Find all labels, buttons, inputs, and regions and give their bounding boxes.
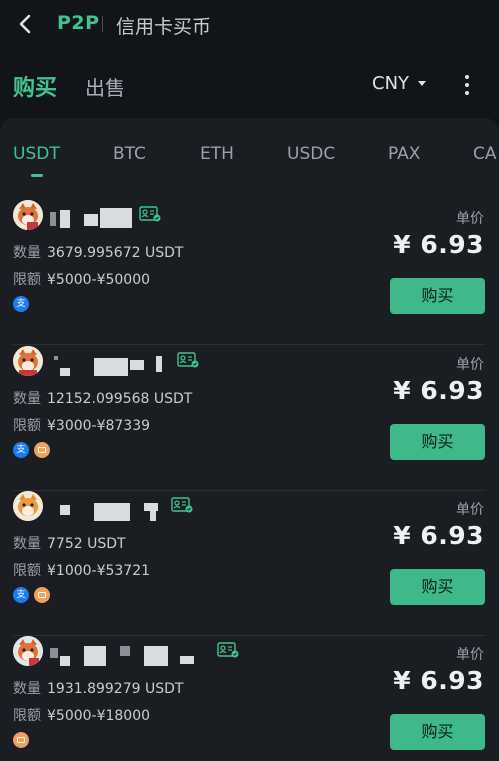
- divider: [13, 344, 486, 345]
- quantity-label: 数量: [13, 536, 41, 552]
- price-label: 单价: [456, 211, 484, 227]
- tab-sell[interactable]: 出售: [85, 72, 125, 101]
- quantity-value: 1931.899279 USDT: [47, 681, 184, 697]
- quantity-value: 3679.995672 USDT: [47, 245, 184, 261]
- caret-down-icon[interactable]: [418, 81, 426, 86]
- price-label: 单价: [456, 647, 484, 663]
- offer-card: 数量 1931.899279 USDT 限额 ¥5000-¥18000 单价 ¥ 6…: [0, 636, 499, 761]
- currency-selector[interactable]: CNY: [372, 73, 409, 94]
- price-label: 单价: [456, 357, 484, 373]
- buy-button[interactable]: 购买: [390, 424, 485, 460]
- merchant-avatar[interactable]: [13, 636, 43, 666]
- alipay-icon: 支: [13, 296, 29, 312]
- alipay-icon: 支: [13, 587, 29, 603]
- tab-buy[interactable]: 购买: [13, 70, 57, 102]
- price-label: 单价: [456, 502, 484, 518]
- verified-merchant-icon: [139, 206, 161, 222]
- quantity-line: 数量 7752 USDT: [13, 533, 126, 553]
- title-divider: [102, 16, 103, 32]
- limit-value: ¥3000-¥87339: [47, 418, 151, 434]
- limit-label: 限额: [13, 563, 41, 579]
- merchant-avatar[interactable]: [13, 200, 43, 230]
- tab-coin-eth[interactable]: ETH: [200, 144, 234, 164]
- price-value: ¥ 6.93: [393, 376, 484, 405]
- quantity-label: 数量: [13, 245, 41, 261]
- payment-methods: 支: [13, 442, 55, 458]
- price-value: ¥ 6.93: [393, 521, 484, 550]
- limit-line: 限额 ¥3000-¥87339: [13, 415, 150, 435]
- active-tab-indicator: [31, 174, 43, 177]
- offer-card: 数量 12152.099568 USDT 限额 ¥3000-¥87339 支 单价 …: [0, 346, 499, 491]
- price-value: ¥ 6.93: [393, 230, 484, 259]
- masked-merchant-name: [50, 208, 140, 228]
- quantity-value: 7752 USDT: [47, 536, 126, 552]
- masked-merchant-name: [50, 644, 200, 666]
- quantity-line: 数量 12152.099568 USDT: [13, 388, 192, 408]
- verified-merchant-icon: [177, 352, 199, 368]
- limit-line: 限额 ¥5000-¥50000: [13, 269, 150, 289]
- top-bar: P2P 信用卡买币: [0, 0, 499, 50]
- payment-methods: 支: [13, 296, 34, 312]
- limit-value: ¥1000-¥53721: [47, 563, 151, 579]
- page-title: 信用卡买币: [116, 16, 212, 38]
- bank-card-icon: [34, 442, 50, 458]
- tab-coin-usdc[interactable]: USDC: [287, 144, 335, 164]
- limit-line: 限额 ¥5000-¥18000: [13, 705, 150, 725]
- coin-tabs: USDT BTC ETH USDC PAX CA: [0, 118, 499, 188]
- buy-button[interactable]: 购买: [390, 278, 485, 314]
- bank-card-icon: [13, 732, 29, 748]
- offer-card: 数量 3679.995672 USDT 限额 ¥5000-¥50000 支 单价 ¥…: [0, 200, 499, 345]
- price-value: ¥ 6.93: [393, 666, 484, 695]
- limit-label: 限额: [13, 418, 41, 434]
- bank-card-icon: [34, 587, 50, 603]
- limit-value: ¥5000-¥18000: [47, 708, 151, 724]
- tab-coin-ca[interactable]: CA: [473, 144, 497, 164]
- payment-methods: [13, 732, 34, 748]
- tab-coin-usdt[interactable]: USDT: [13, 144, 60, 164]
- masked-merchant-name: [50, 499, 158, 521]
- quantity-value: 12152.099568 USDT: [47, 391, 193, 407]
- verified-merchant-icon: [171, 497, 193, 513]
- tab-coin-btc[interactable]: BTC: [113, 144, 146, 164]
- limit-line: 限额 ¥1000-¥53721: [13, 560, 150, 580]
- buy-button[interactable]: 购买: [390, 569, 485, 605]
- limit-label: 限额: [13, 272, 41, 288]
- quantity-line: 数量 3679.995672 USDT: [13, 242, 183, 262]
- buy-button[interactable]: 购买: [390, 714, 485, 750]
- tab-coin-pax[interactable]: PAX: [388, 144, 420, 164]
- merchant-avatar[interactable]: [13, 346, 43, 376]
- limit-value: ¥5000-¥50000: [47, 272, 151, 288]
- quantity-line: 数量 1931.899279 USDT: [13, 678, 183, 698]
- brand-label: P2P: [57, 12, 100, 34]
- back-icon[interactable]: [14, 12, 38, 36]
- limit-label: 限额: [13, 708, 41, 724]
- quantity-label: 数量: [13, 681, 41, 697]
- verified-merchant-icon: [217, 642, 239, 658]
- alipay-icon: 支: [13, 442, 29, 458]
- masked-merchant-name: [50, 354, 162, 376]
- mode-bar: 购买 出售 CNY: [0, 64, 499, 108]
- payment-methods: 支: [13, 587, 55, 603]
- more-icon[interactable]: [456, 72, 478, 98]
- quantity-label: 数量: [13, 391, 41, 407]
- offer-card: 数量 7752 USDT 限额 ¥1000-¥53721 支 单价 ¥ 6.93 购…: [0, 491, 499, 636]
- merchant-avatar[interactable]: [13, 491, 43, 521]
